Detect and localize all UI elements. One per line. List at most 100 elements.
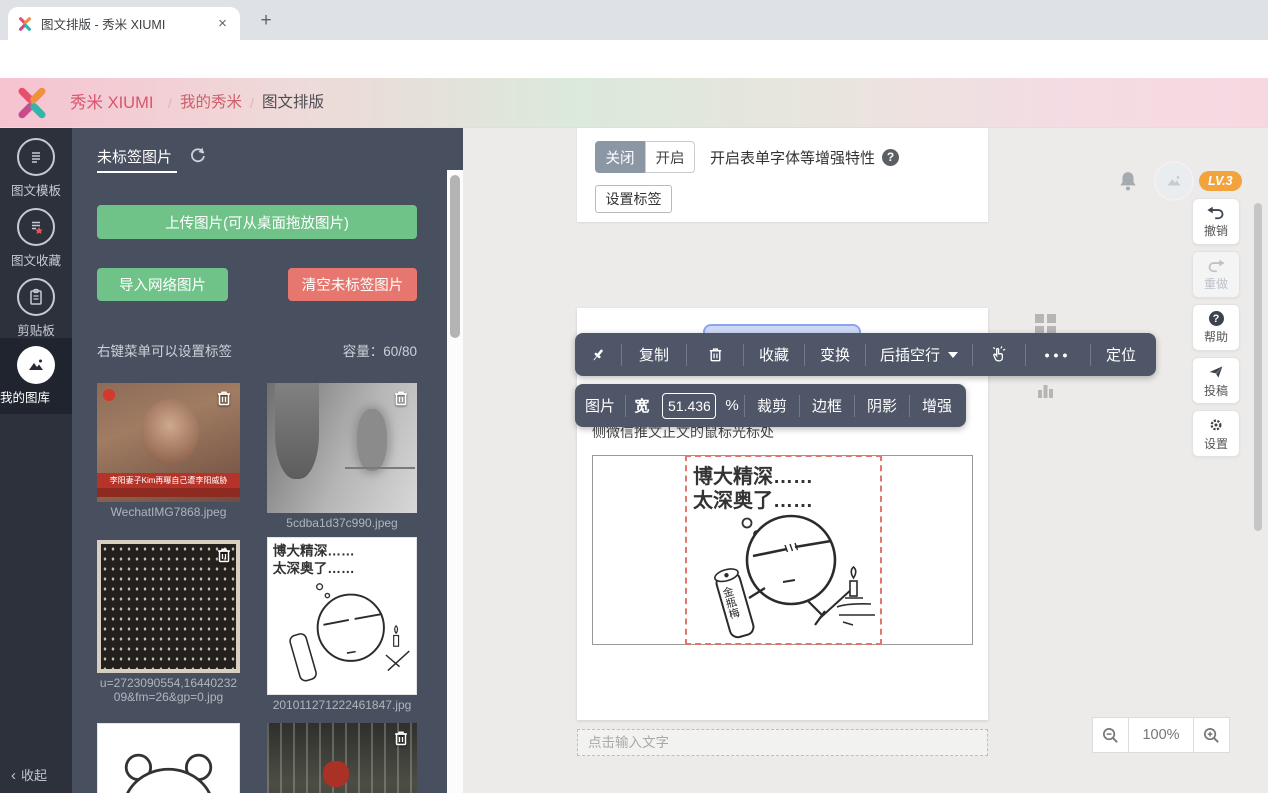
sidebar-item-my-gallery[interactable]: 我的图库 — [0, 338, 72, 414]
enhance-button[interactable]: 增强 — [910, 384, 964, 427]
browser-tab[interactable]: 图文排版 - 秀米 XIUMI × — [8, 7, 240, 40]
user-avatar[interactable] — [1156, 163, 1192, 199]
favorite-button[interactable]: 收藏 — [744, 333, 804, 376]
crop-button[interactable]: 裁剪 — [745, 384, 799, 427]
breadcrumb-divider: / — [250, 78, 254, 128]
delete-trash-icon[interactable] — [391, 728, 411, 748]
paper-plane-icon — [1208, 364, 1224, 380]
browser-address-bar: xiumi.us/studio/v5#/paper/for/new/cube/0… — [0, 40, 1268, 78]
tv-logo — [103, 389, 115, 401]
border-button[interactable]: 边框 — [800, 384, 854, 427]
panel-scrollbar-thumb[interactable] — [450, 175, 460, 338]
zoom-in-button[interactable] — [1193, 717, 1230, 753]
favorites-star-doc-icon — [17, 208, 55, 246]
gesture-hand-button[interactable] — [973, 333, 1025, 376]
thumbnail-forest[interactable] — [267, 723, 417, 793]
upload-image-button[interactable]: 上传图片(可从桌面拖放图片) — [97, 205, 417, 239]
photo-figure — [357, 409, 387, 471]
help-button[interactable]: ? 帮助 — [1192, 304, 1240, 351]
image-filename: u=2723090554,1644023209&fm=26&gp=0.jpg — [97, 676, 240, 705]
clipboard-icon — [17, 278, 55, 316]
sidebar-item-clipboard[interactable]: 剪贴板 — [0, 278, 72, 339]
image-width-input[interactable] — [662, 393, 716, 419]
enhance-settings-card: 关闭 开启 开启表单字体等增强特性 ? 设置标签 — [577, 128, 988, 222]
photo-face — [141, 399, 199, 465]
thumbnail-bw-photo[interactable] — [267, 383, 417, 513]
chevron-left-icon: ‹ — [11, 767, 16, 784]
locate-button[interactable]: 定位 — [1091, 333, 1151, 376]
toggle-off-button[interactable]: 关闭 — [595, 141, 645, 173]
delete-trash-icon[interactable] — [391, 388, 411, 408]
enhance-feature-label: 开启表单字体等增强特性 — [710, 147, 875, 168]
import-web-image-button[interactable]: 导入网络图片 — [97, 268, 228, 301]
gear-icon — [1208, 417, 1224, 433]
news-ticker — [97, 488, 240, 497]
block-toolbar: 复制 收藏 变换 后插空行 ••• 定位 — [575, 333, 1156, 376]
redo-arrow-icon — [1207, 258, 1225, 273]
gallery-item[interactable]: 李阳妻子Kim再曝自己遭李阳威胁 WechatIMG7868.jpeg — [97, 383, 240, 519]
tab-close-icon[interactable]: × — [214, 15, 231, 32]
forest-figure — [323, 761, 349, 787]
delete-trash-icon[interactable] — [214, 388, 234, 408]
image-block[interactable]: 博大精深…… 太深奥了…… 金瓶梅 — [592, 455, 973, 645]
delete-trash-icon[interactable] — [214, 545, 234, 565]
settings-button[interactable]: 设置 — [1192, 410, 1240, 457]
more-options-button[interactable]: ••• — [1026, 333, 1090, 376]
zoom-control: 100% — [1093, 717, 1230, 753]
zoom-out-button[interactable] — [1092, 717, 1129, 753]
bar-chart-icon[interactable] — [1037, 382, 1054, 398]
brand-link[interactable]: 秀米 XIUMI — [70, 78, 153, 128]
thumbnail-meme[interactable] — [97, 723, 240, 793]
thumbnail-news-photo[interactable]: 李阳妻子Kim再曝自己遭李阳威胁 — [97, 383, 240, 502]
image-toolbar: 图片 宽 % 裁剪 边框 阴影 增强 — [575, 384, 966, 427]
level-badge[interactable]: LV.3 — [1199, 171, 1242, 191]
image-filename: 5cdba1d37c990.jpeg — [267, 516, 417, 530]
capacity-label: 容量：60/80 — [302, 340, 417, 360]
submit-button[interactable]: 投稿 — [1192, 357, 1240, 404]
gallery-item[interactable]: 博大精深…… 太深奥了…… 201011271222461847.jpg — [267, 537, 417, 712]
help-question-icon[interactable]: ? — [882, 149, 899, 166]
xiumi-favicon-icon — [17, 16, 33, 32]
image-filename: WechatIMG7868.jpeg — [97, 505, 240, 519]
notification-bell-icon[interactable] — [1117, 170, 1139, 192]
pin-button[interactable] — [575, 333, 621, 376]
undo-button[interactable]: 撤销 — [1192, 198, 1240, 245]
bear-meme-drawing — [98, 724, 239, 793]
image-filename: 201011271222461847.jpg — [267, 698, 417, 712]
redo-button[interactable]: 重做 — [1192, 251, 1240, 298]
gallery-item[interactable] — [267, 723, 417, 793]
block-type-label: 图片 — [575, 384, 625, 427]
insert-blank-line-dropdown[interactable]: 后插空行 — [866, 333, 972, 376]
xiumi-logo-icon[interactable] — [14, 85, 50, 121]
refresh-icon[interactable] — [188, 145, 208, 165]
tab-underline — [97, 171, 177, 173]
photo-fist — [275, 383, 319, 479]
image-selection-dashed-border — [685, 455, 882, 645]
clear-untagged-button[interactable]: 清空未标签图片 — [288, 268, 417, 301]
right-click-hint: 右键菜单可以设置标签 — [97, 340, 232, 360]
tab-untagged-images[interactable]: 未标签图片 — [97, 146, 172, 167]
toggle-on-button[interactable]: 开启 — [645, 141, 695, 173]
transform-button[interactable]: 变换 — [805, 333, 865, 376]
gallery-item[interactable]: 5cdba1d37c990.jpeg — [267, 383, 417, 530]
gallery-item[interactable] — [97, 723, 240, 793]
set-tag-button[interactable]: 设置标签 — [595, 185, 672, 213]
gallery-item[interactable]: u=2723090554,1644023209&fm=26&gp=0.jpg — [97, 540, 240, 705]
tab-title: 图文排版 - 秀米 XIUMI — [41, 14, 206, 33]
templates-doc-icon — [17, 138, 55, 176]
shadow-button[interactable]: 阴影 — [855, 384, 909, 427]
sidebar-item-favorites[interactable]: 图文收藏 — [0, 208, 72, 269]
thumbnail-rubbing[interactable] — [97, 540, 240, 673]
new-tab-button[interactable]: + — [254, 9, 278, 33]
text-input-placeholder[interactable]: 点击输入文字 — [577, 729, 988, 756]
sidebar-item-templates[interactable]: 图文模板 — [0, 138, 72, 199]
news-banner-text: 李阳妻子Kim再曝自己遭李阳威胁 — [97, 473, 240, 488]
copy-button[interactable]: 复制 — [622, 333, 686, 376]
delete-trash-button[interactable] — [687, 333, 743, 376]
main-scrollbar-thumb[interactable] — [1254, 203, 1262, 531]
breadcrumb-my-xiumi[interactable]: 我的秀米 — [180, 78, 242, 128]
breadcrumb-current: 图文排版 — [262, 78, 324, 128]
thumbnail-cartoon[interactable]: 博大精深…… 太深奥了…… — [267, 537, 417, 695]
layout-grid-icon[interactable] — [1035, 314, 1056, 335]
collapse-panel-button[interactable]: ‹收起 — [11, 765, 47, 784]
